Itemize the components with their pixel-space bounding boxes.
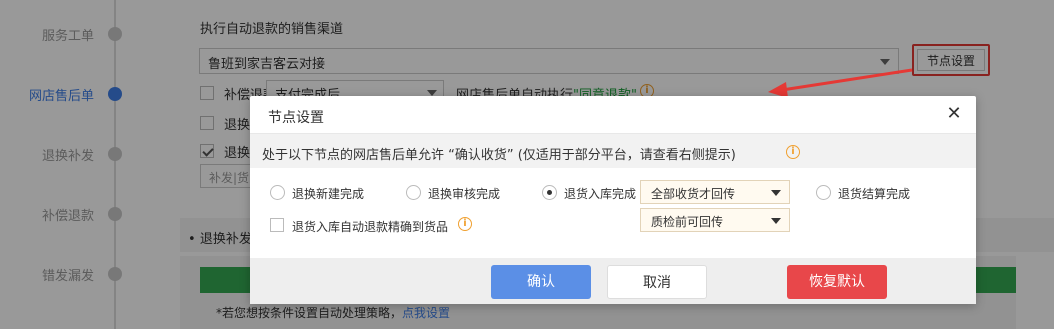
info-icon[interactable]: i bbox=[786, 145, 800, 159]
radio-review-complete[interactable] bbox=[406, 185, 421, 200]
info-icon[interactable]: i bbox=[458, 217, 472, 231]
info-text-content: 处于以下节点的网店售后单允许 “确认收货” (仅适用于部分平台，请查看右侧提示) bbox=[262, 148, 736, 163]
dialog-info-text: 处于以下节点的网店售后单允许 “确认收货” (仅适用于部分平台，请查看右侧提示) bbox=[262, 144, 736, 163]
option-label: 退货入库完成 bbox=[564, 187, 637, 201]
radio-new-complete[interactable] bbox=[270, 185, 285, 200]
dialog-footer: 确认 取消 恢复默认 bbox=[250, 258, 976, 304]
node-settings-dialog: 节点设置 ✕ 处于以下节点的网店售后单允许 “确认收货” (仅适用于部分平台，请… bbox=[250, 96, 976, 304]
cancel-button[interactable]: 取消 bbox=[607, 265, 707, 299]
precise-refund-label: 退货入库自动退款精确到货品 bbox=[292, 220, 449, 234]
dropdown-value: 质检前可回传 bbox=[651, 215, 724, 229]
chevron-down-icon bbox=[771, 190, 781, 196]
option-label: 退换新建完成 bbox=[292, 187, 365, 201]
option-label: 退货结算完成 bbox=[838, 187, 911, 201]
radio-inbound-complete[interactable] bbox=[542, 185, 557, 200]
option-label: 退换审核完成 bbox=[428, 187, 501, 201]
chevron-down-icon bbox=[771, 218, 781, 224]
dialog-header: 节点设置 ✕ bbox=[250, 96, 976, 134]
confirm-button[interactable]: 确认 bbox=[491, 265, 591, 299]
radio-settle-complete[interactable] bbox=[816, 185, 831, 200]
reset-default-button[interactable]: 恢复默认 bbox=[787, 265, 887, 299]
dialog-info-bar: 处于以下节点的网店售后单允许 “确认收货” (仅适用于部分平台，请查看右侧提示)… bbox=[250, 134, 976, 168]
dialog-title: 节点设置 bbox=[268, 110, 324, 126]
close-icon[interactable]: ✕ bbox=[944, 104, 964, 124]
dropdown-value: 全部收货才回传 bbox=[651, 187, 736, 201]
annotation-arrow-icon bbox=[768, 68, 913, 98]
receipt-callback-dropdown[interactable]: 全部收货才回传 bbox=[640, 180, 790, 204]
qc-callback-dropdown[interactable]: 质检前可回传 bbox=[640, 208, 790, 232]
precise-refund-checkbox[interactable] bbox=[270, 218, 284, 232]
